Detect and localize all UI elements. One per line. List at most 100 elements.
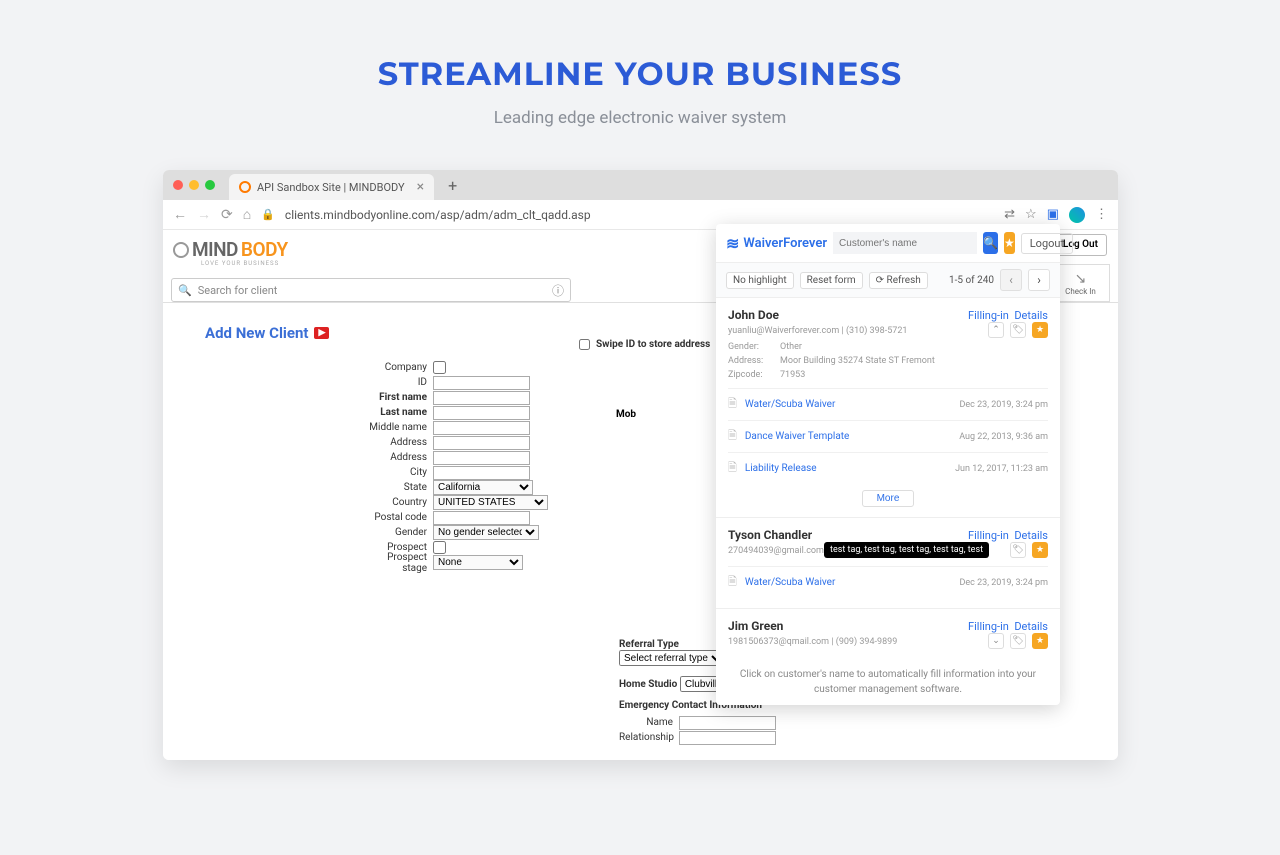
window-controls[interactable] (173, 180, 215, 190)
help-icon[interactable]: ⓘ (552, 282, 564, 299)
company-checkbox[interactable] (433, 361, 446, 374)
refresh-icon: ⟳ (876, 275, 887, 286)
waiver-row[interactable]: 🗎Water/Scuba WaiverDec 23, 2019, 3:24 pm (728, 389, 1048, 420)
search-icon: 🔍 (983, 236, 998, 250)
customer-search-input[interactable] (833, 232, 977, 254)
star-toggle-icon[interactable]: ★ (1032, 542, 1048, 558)
zip-key: Zipcode: (728, 370, 780, 380)
country-select[interactable]: UNITED STATES (433, 495, 548, 510)
studio-label: Home Studio (619, 679, 677, 690)
details-link[interactable]: Details (1014, 620, 1048, 633)
favorites-button[interactable]: ★ (1004, 232, 1015, 254)
country-label: Country (363, 497, 433, 508)
expand-icon[interactable]: ⌄ (988, 633, 1004, 649)
logo-text-mind: MIND (192, 238, 238, 261)
nav-checkin-label: Check In (1065, 287, 1096, 296)
tag-icon[interactable]: 🏷 (1010, 633, 1026, 649)
star-toggle-icon[interactable]: ★ (1032, 322, 1048, 338)
client-search-input[interactable]: 🔍 Search for client ⓘ (171, 278, 571, 302)
status-link[interactable]: Filling-in (968, 309, 1009, 322)
panel-logout-button[interactable]: Logout (1021, 233, 1073, 254)
search-button[interactable]: 🔍 (983, 232, 998, 254)
star-toggle-icon[interactable]: ★ (1032, 633, 1048, 649)
logo-tagline: LOVE YOUR BUSINESS (201, 260, 279, 267)
details-link[interactable]: Details (1014, 309, 1048, 322)
emerg-rel-label: Relationship (619, 732, 679, 743)
customer-name[interactable]: Tyson Chandler (728, 528, 812, 542)
minimize-window-icon[interactable] (189, 180, 199, 190)
close-window-icon[interactable] (173, 180, 183, 190)
swipe-checkbox[interactable] (579, 339, 590, 350)
hero-subtitle: Leading edge electronic waiver system (0, 108, 1280, 128)
back-icon[interactable]: ← (173, 206, 187, 223)
address1-input[interactable] (433, 436, 530, 450)
tags-tooltip: test tag, test tag, test tag, test tag, … (824, 542, 989, 558)
tab-strip: API Sandbox Site | MINDBODY × + (163, 170, 1118, 200)
mindbody-logo[interactable]: MINDBODY (173, 238, 288, 261)
emerg-rel-input[interactable] (679, 731, 776, 745)
gender-key: Gender: (728, 342, 780, 352)
reload-icon[interactable]: ⟳ (221, 207, 233, 223)
prospect-checkbox[interactable] (433, 541, 446, 554)
document-icon: 🗎 (728, 573, 737, 592)
next-page-button[interactable]: › (1028, 269, 1050, 291)
company-label: Company (363, 362, 433, 373)
addr-val: Moor Building 35274 State ST Fremont (780, 356, 1048, 366)
postal-label: Postal code (363, 512, 433, 523)
no-highlight-button[interactable]: No highlight (726, 272, 794, 289)
referral-select[interactable]: Select referral type (619, 650, 725, 666)
customer-name[interactable]: Jim Green (728, 619, 783, 633)
zip-val: 71953 (780, 370, 1048, 380)
translate-icon[interactable]: ⇄ (1004, 207, 1015, 222)
customer-name[interactable]: John Doe (728, 308, 779, 322)
id-input[interactable] (433, 376, 530, 390)
waiver-row[interactable]: 🗎Water/Scuba WaiverDec 23, 2019, 3:24 pm (728, 567, 1048, 598)
lastname-input[interactable] (433, 406, 530, 420)
extension-icon[interactable]: ▣ (1047, 207, 1059, 222)
reset-form-button[interactable]: Reset form (800, 272, 863, 289)
stage-label: Prospect stage (363, 552, 433, 574)
tag-icon[interactable]: 🏷 (1010, 322, 1026, 338)
chevron-right-icon: › (1037, 273, 1041, 287)
waiver-row[interactable]: 🗎Dance Waiver TemplateAug 22, 2013, 9:36… (728, 420, 1048, 452)
logo-text-body: BODY (241, 238, 288, 261)
maximize-window-icon[interactable] (205, 180, 215, 190)
gender-select[interactable]: No gender selected (433, 525, 539, 540)
postal-input[interactable] (433, 511, 530, 525)
video-badge-icon[interactable]: ▶ (314, 327, 329, 339)
stage-select[interactable]: None (433, 555, 523, 570)
gender-label: Gender (363, 527, 433, 538)
menu-icon[interactable]: ⋮ (1095, 207, 1108, 222)
bookmark-star-icon[interactable]: ☆ (1025, 207, 1037, 222)
search-icon: 🔍 (178, 284, 192, 297)
browser-tab[interactable]: API Sandbox Site | MINDBODY × (229, 174, 434, 200)
profile-avatar-icon[interactable] (1069, 207, 1085, 223)
middlename-input[interactable] (433, 421, 530, 435)
refresh-button[interactable]: ⟳ Refresh (869, 272, 928, 289)
details-link[interactable]: Details (1014, 529, 1048, 542)
close-tab-icon[interactable]: × (417, 179, 424, 195)
city-input[interactable] (433, 466, 530, 480)
more-button[interactable]: More (862, 490, 915, 507)
waiverforever-logo[interactable]: ≋ WaiverForever (726, 234, 827, 253)
status-link[interactable]: Filling-in (968, 620, 1009, 633)
prev-page-button[interactable]: ‹ (1000, 269, 1022, 291)
collapse-icon[interactable]: ⌃ (988, 322, 1004, 338)
url-text[interactable]: clients.mindbodyonline.com/asp/adm/adm_c… (285, 208, 994, 222)
waiver-date: Jun 12, 2017, 11:23 am (955, 464, 1048, 474)
form-title-text: Add New Client (205, 324, 308, 342)
gender-val: Other (780, 342, 1048, 352)
status-link[interactable]: Filling-in (968, 529, 1009, 542)
nav-checkin[interactable]: ↘Check In (1052, 264, 1110, 302)
waiver-row[interactable]: 🗎Liability ReleaseJun 12, 2017, 11:23 am (728, 452, 1048, 484)
forward-icon[interactable]: → (197, 206, 211, 223)
firstname-input[interactable] (433, 391, 530, 405)
logo-ring-icon (173, 242, 189, 258)
address2-input[interactable] (433, 451, 530, 465)
home-icon[interactable]: ⌂ (243, 206, 251, 223)
tag-icon[interactable]: 🏷 (1010, 542, 1026, 558)
state-select[interactable]: California (433, 480, 533, 495)
document-icon: 🗎 (728, 459, 737, 478)
emerg-name-input[interactable] (679, 716, 776, 730)
new-tab-button[interactable]: + (448, 176, 457, 195)
